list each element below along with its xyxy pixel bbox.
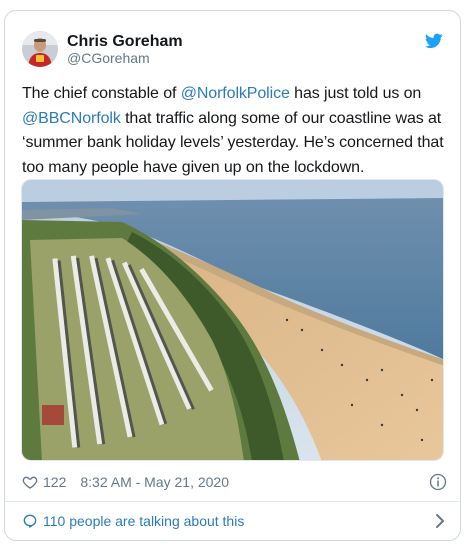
- speech-bubble-icon: [23, 514, 37, 528]
- mention-link[interactable]: @BBCNorfolk: [22, 110, 121, 127]
- aerial-beach-photo: [22, 180, 443, 460]
- author-display-name[interactable]: Chris Goreham: [67, 32, 183, 51]
- tweet-text: The chief constable of @NorfolkPolice ha…: [22, 82, 447, 180]
- info-icon[interactable]: [429, 473, 447, 491]
- mention-link[interactable]: @NorfolkPolice: [181, 85, 290, 102]
- tweet-text-part: The chief constable of: [22, 85, 181, 102]
- tweet-timestamp[interactable]: 8:32 AM - May 21, 2020: [80, 474, 229, 490]
- avatar-photo: [22, 31, 58, 67]
- like-count[interactable]: 122: [43, 474, 66, 490]
- author-handle[interactable]: @CGoreham: [67, 50, 150, 67]
- chevron-right-icon[interactable]: [435, 513, 445, 529]
- twitter-bird-icon[interactable]: [425, 33, 443, 49]
- tweet-meta-row: 122 8:32 AM - May 21, 2020: [22, 470, 447, 494]
- tweet-text-part: has just told us on: [289, 85, 422, 102]
- divider: [5, 501, 460, 502]
- embedded-tweet-card: Chris Goreham @CGoreham The chief consta…: [4, 10, 461, 541]
- avatar[interactable]: [22, 31, 58, 67]
- heart-icon[interactable]: [22, 474, 38, 490]
- conversation-label[interactable]: 110 people are talking about this: [43, 513, 244, 529]
- conversation-link[interactable]: 110 people are talking about this: [22, 509, 447, 533]
- tweet-photo[interactable]: [21, 179, 444, 461]
